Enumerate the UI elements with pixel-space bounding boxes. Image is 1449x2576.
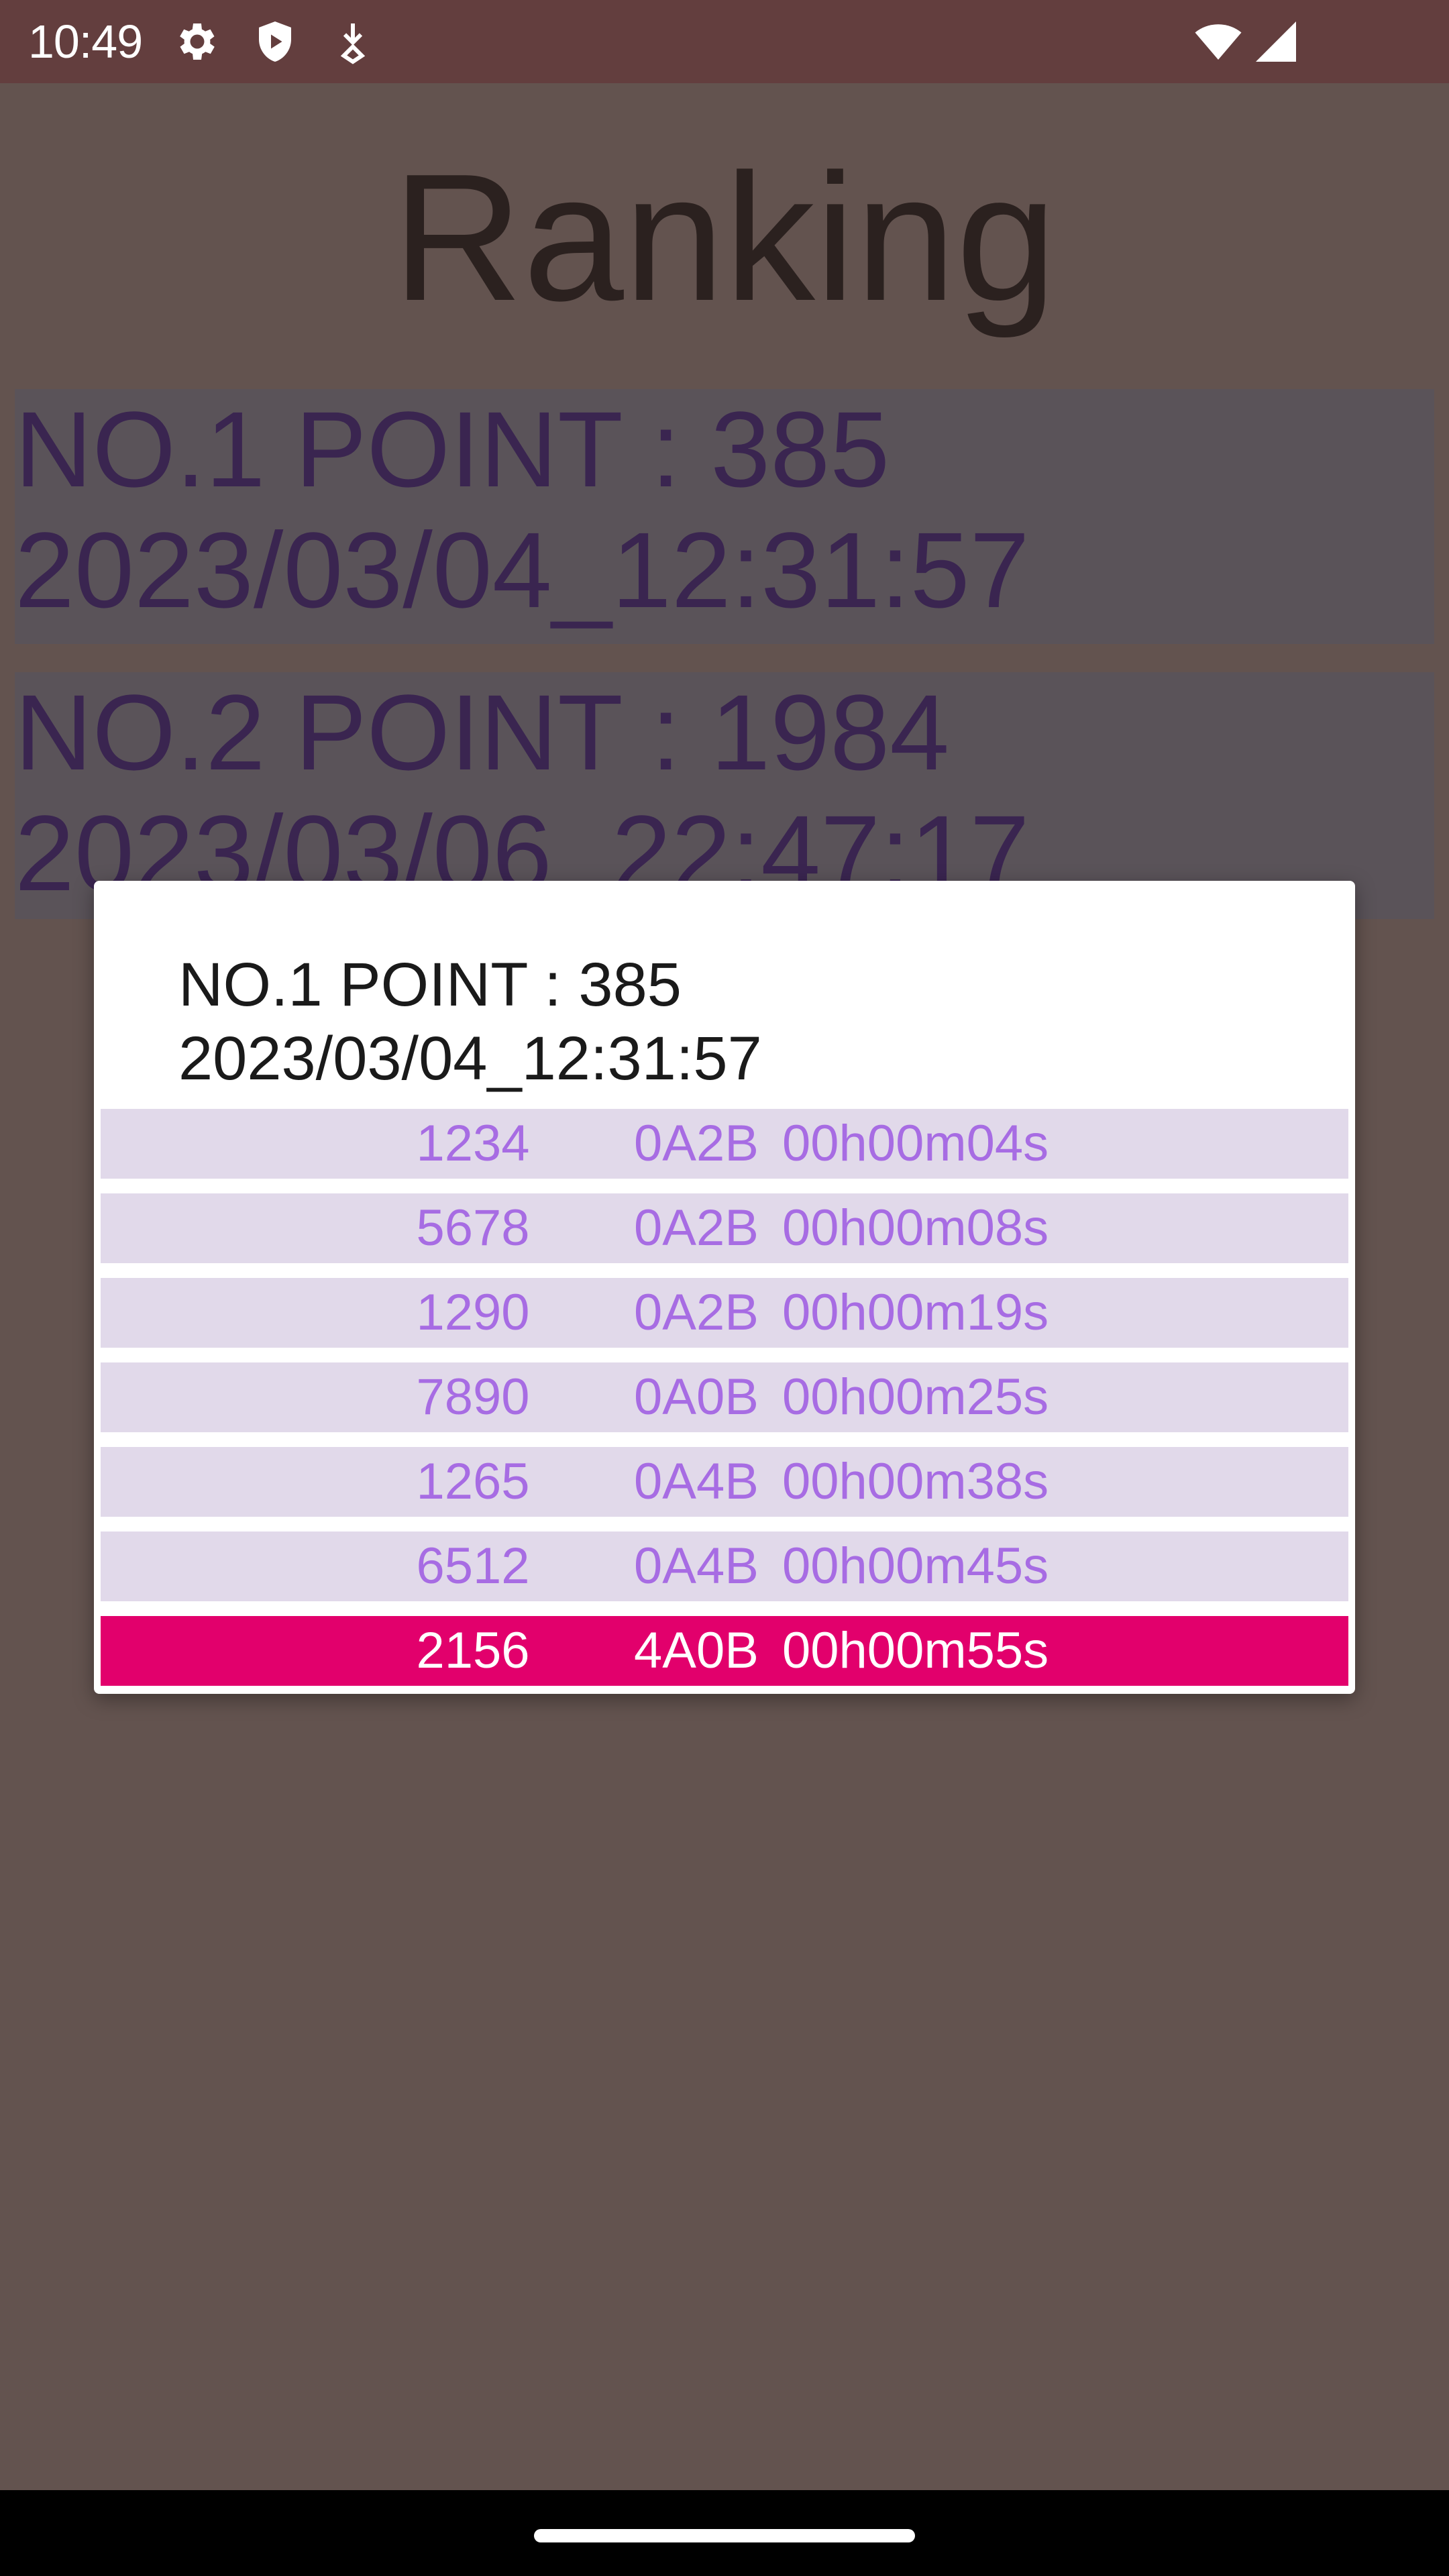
history-row[interactable]: 1265 0A4B 00h00m38s xyxy=(101,1447,1348,1517)
ranking-item-points: NO.2 POINT : 1984 xyxy=(15,672,950,792)
row-result: 0A2B xyxy=(634,1115,759,1172)
ranking-detail-dialog: NO.1 POINT : 385 2023/03/04_12:31:57 123… xyxy=(94,881,1355,1694)
ranking-item-points: NO.1 POINT : 385 xyxy=(15,389,890,509)
row-guess: 6512 xyxy=(416,1538,530,1595)
download-icon xyxy=(340,23,366,64)
ranking-item-date: 2023/03/04_12:31:57 xyxy=(15,510,1030,630)
navigation-bar xyxy=(0,2490,1449,2576)
status-time: 10:49 xyxy=(28,15,143,68)
wifi-icon xyxy=(1195,24,1242,60)
dialog-title: NO.1 POINT : 385 2023/03/04_12:31:57 xyxy=(178,948,762,1095)
row-result: 0A2B xyxy=(634,1199,759,1256)
row-time: 00h00m19s xyxy=(782,1284,1049,1341)
row-time: 00h00m55s xyxy=(782,1622,1049,1679)
status-bar: 10:49 xyxy=(0,0,1449,83)
row-time: 00h00m25s xyxy=(782,1368,1049,1426)
gear-icon xyxy=(180,23,215,60)
history-row[interactable]: 7890 0A0B 00h00m25s xyxy=(101,1362,1348,1432)
shield-icon xyxy=(259,21,291,62)
history-row[interactable]: 6512 0A4B 00h00m45s xyxy=(101,1532,1348,1601)
home-gesture-handle[interactable] xyxy=(534,2529,915,2542)
row-guess: 2156 xyxy=(416,1622,530,1679)
dialog-title-date: 2023/03/04_12:31:57 xyxy=(178,1024,762,1093)
row-result: 0A4B xyxy=(634,1538,759,1595)
history-row[interactable]: 1234 0A2B 00h00m04s xyxy=(101,1109,1348,1179)
row-guess: 1265 xyxy=(416,1453,530,1510)
dialog-title-points: NO.1 POINT : 385 xyxy=(178,951,682,1019)
ranking-list-item[interactable]: NO.1 POINT : 385 2023/03/04_12:31:57 xyxy=(15,389,1434,644)
row-guess: 1234 xyxy=(416,1115,530,1172)
row-result: 0A0B xyxy=(634,1368,759,1426)
row-result: 0A2B xyxy=(634,1284,759,1341)
row-guess: 5678 xyxy=(416,1199,530,1256)
history-list: 1234 0A2B 00h00m04s 5678 0A2B 00h00m08s … xyxy=(101,1109,1348,1701)
signal-icon xyxy=(1256,21,1296,62)
history-row[interactable]: 1290 0A2B 00h00m19s xyxy=(101,1278,1348,1348)
row-time: 00h00m04s xyxy=(782,1115,1049,1172)
row-time: 00h00m38s xyxy=(782,1453,1049,1510)
history-row-selected[interactable]: 2156 4A0B 00h00m55s xyxy=(101,1616,1348,1686)
row-result: 0A4B xyxy=(634,1453,759,1510)
page-title: Ranking xyxy=(392,137,1057,339)
row-result: 4A0B xyxy=(634,1622,759,1679)
row-guess: 7890 xyxy=(416,1368,530,1426)
row-time: 00h00m08s xyxy=(782,1199,1049,1256)
row-guess: 1290 xyxy=(416,1284,530,1341)
row-time: 00h00m45s xyxy=(782,1538,1049,1595)
history-row[interactable]: 5678 0A2B 00h00m08s xyxy=(101,1193,1348,1263)
